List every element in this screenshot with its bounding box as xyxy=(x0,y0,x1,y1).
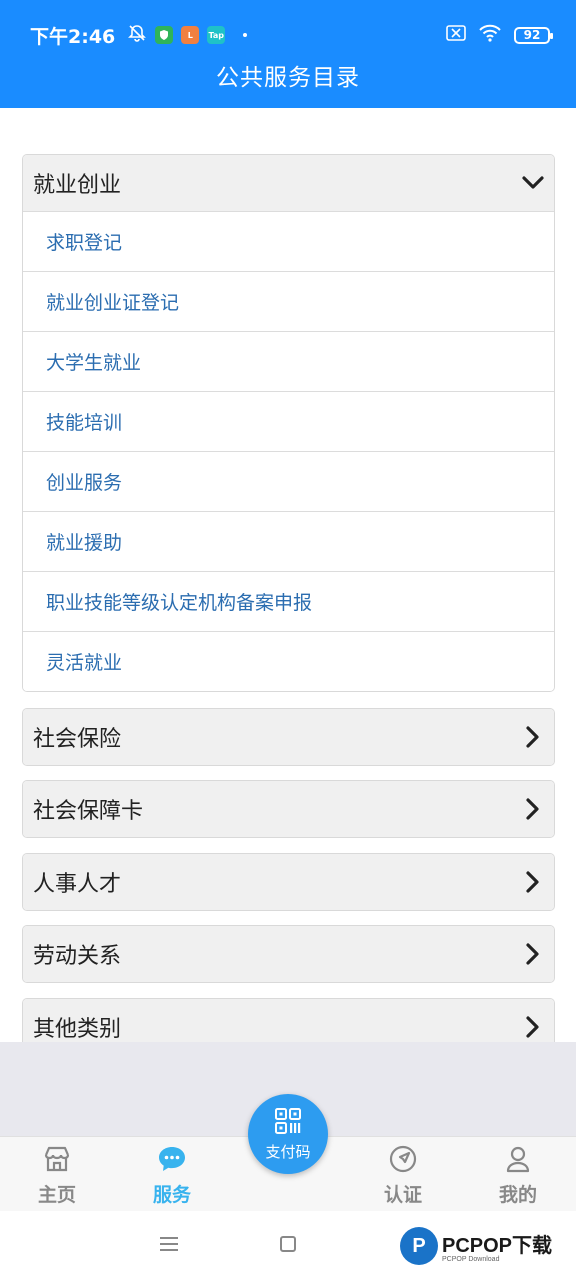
watermark-text: PCPOP下载 xyxy=(442,1235,553,1257)
chevron-right-icon xyxy=(522,943,544,965)
panel-social-security-card[interactable]: 社会保障卡 xyxy=(22,780,555,838)
qr-code-icon xyxy=(274,1107,302,1139)
page-title: 公共服务目录 xyxy=(216,65,360,91)
status-bar: 下午2:46 L Tap 92 xyxy=(30,18,553,52)
panel-title: 劳动关系 xyxy=(33,944,122,969)
system-nav-bar: P PCPOP下载 PCPOP Download xyxy=(0,1211,576,1280)
home-square-icon[interactable] xyxy=(280,1236,296,1252)
user-icon xyxy=(503,1144,533,1174)
tap-app-icon: Tap xyxy=(207,26,226,44)
tab-auth[interactable]: 认证 xyxy=(358,1137,448,1212)
list-item-job-registration[interactable]: 求职登记 xyxy=(23,211,554,271)
panel-title: 社会保障卡 xyxy=(33,799,144,824)
list-item-employment-card[interactable]: 就业创业证登记 xyxy=(23,271,554,331)
pay-code-label: 支付码 xyxy=(265,1142,311,1161)
bell-off-icon xyxy=(127,23,147,47)
chevron-right-icon xyxy=(522,726,544,748)
tab-service[interactable]: 服务 xyxy=(127,1137,217,1212)
watermark-subtext: PCPOP Download xyxy=(442,1256,500,1263)
tab-mine[interactable]: 我的 xyxy=(473,1137,563,1212)
service-catalog: 就业创业 求职登记 就业创业证登记 大学生就业 技能培训 创业服务 就业援助 职… xyxy=(0,108,576,1042)
list-item-startup-service[interactable]: 创业服务 xyxy=(23,451,554,511)
panel-title: 人事人才 xyxy=(33,872,122,897)
panel-other-categories[interactable]: 其他类别 xyxy=(22,998,555,1042)
chevron-down-icon xyxy=(522,172,544,194)
pay-code-button[interactable]: 支付码 xyxy=(248,1094,328,1174)
more-notifications-dot xyxy=(243,33,248,37)
shield-app-icon xyxy=(155,26,174,44)
status-time: 下午2:46 xyxy=(30,25,116,48)
app-header: 下午2:46 L Tap 92 公共服务目录 xyxy=(0,0,576,108)
tab-label: 我的 xyxy=(498,1184,537,1206)
list-item-skill-training[interactable]: 技能培训 xyxy=(23,391,554,451)
navigation-icon xyxy=(388,1144,418,1174)
status-icons-right: 92 xyxy=(446,24,553,46)
chevron-right-icon xyxy=(522,798,544,820)
watermark: P PCPOP下载 PCPOP Download xyxy=(400,1227,552,1265)
battery-icon: 92 xyxy=(514,26,553,44)
list-item-flexible-employment[interactable]: 灵活就业 xyxy=(23,631,554,691)
list-item-skill-certification-filing[interactable]: 职业技能等级认定机构备案申报 xyxy=(23,571,554,631)
tab-home[interactable]: 主页 xyxy=(12,1137,102,1212)
panel-employment: 就业创业 求职登记 就业创业证登记 大学生就业 技能培训 创业服务 就业援助 职… xyxy=(22,154,555,692)
panel-title: 社会保险 xyxy=(33,727,122,752)
status-icons-left: L Tap xyxy=(127,23,248,47)
chevron-right-icon xyxy=(522,871,544,893)
panel-title: 其他类别 xyxy=(33,1017,122,1042)
panel-social-insurance[interactable]: 社会保险 xyxy=(22,708,555,766)
panel-title: 就业创业 xyxy=(33,173,122,198)
shopping-app-icon: L xyxy=(181,26,200,44)
store-icon xyxy=(42,1144,72,1174)
panel-personnel-talent[interactable]: 人事人才 xyxy=(22,853,555,911)
menu-icon[interactable] xyxy=(160,1237,178,1251)
wifi-icon xyxy=(478,24,502,46)
pcpop-logo-icon: P xyxy=(400,1227,438,1265)
panel-labor-relations[interactable]: 劳动关系 xyxy=(22,925,555,983)
chat-bubble-icon xyxy=(157,1144,187,1174)
tab-label: 认证 xyxy=(383,1184,422,1206)
tab-label: 服务 xyxy=(152,1184,191,1206)
panel-header-employment[interactable]: 就业创业 xyxy=(23,155,554,211)
tab-label: 主页 xyxy=(37,1184,76,1206)
list-item-graduate-employment[interactable]: 大学生就业 xyxy=(23,331,554,391)
chevron-right-icon xyxy=(522,1016,544,1038)
sim-off-icon xyxy=(446,25,466,45)
list-item-employment-assistance[interactable]: 就业援助 xyxy=(23,511,554,571)
